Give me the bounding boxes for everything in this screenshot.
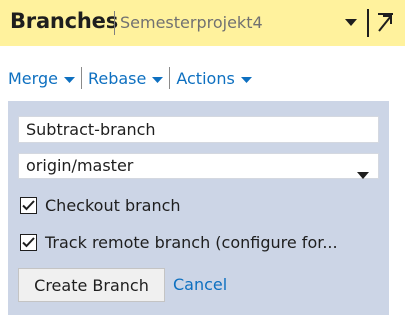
- merge-label: Merge: [8, 68, 58, 88]
- branch-name-input[interactable]: [18, 116, 379, 143]
- page-title: Branches: [10, 9, 119, 33]
- header-divider: [114, 11, 115, 35]
- chevron-down-icon: [63, 69, 75, 88]
- actions-menu[interactable]: Actions: [176, 68, 252, 88]
- action-divider: [80, 67, 82, 89]
- base-branch-select[interactable]: origin/master: [18, 153, 379, 179]
- actions-label: Actions: [176, 68, 235, 88]
- project-name: Semesterprojekt4: [120, 13, 263, 32]
- checkout-branch-option[interactable]: Checkout branch: [20, 196, 181, 215]
- track-remote-checkbox[interactable]: [20, 234, 37, 251]
- chevron-down-icon: [357, 163, 369, 187]
- cancel-link[interactable]: Cancel: [173, 275, 227, 294]
- pin-icon[interactable]: [373, 9, 397, 37]
- track-remote-option[interactable]: Track remote branch (configure for...: [20, 233, 338, 252]
- chevron-down-icon[interactable]: [341, 11, 361, 33]
- checkout-branch-checkbox[interactable]: [20, 197, 37, 214]
- track-remote-label: Track remote branch (configure for...: [45, 233, 338, 252]
- base-branch-value: origin/master: [26, 156, 134, 175]
- rebase-menu[interactable]: Rebase: [87, 68, 164, 88]
- chevron-down-icon: [152, 69, 164, 88]
- branches-header: Branches Semesterprojekt4: [0, 0, 405, 46]
- pin-divider: [367, 9, 369, 37]
- checkout-branch-label: Checkout branch: [45, 196, 181, 215]
- branch-actions-bar: Merge Rebase Actions: [8, 66, 252, 90]
- chevron-down-icon: [240, 69, 252, 88]
- merge-menu[interactable]: Merge: [8, 68, 75, 88]
- rebase-label: Rebase: [87, 68, 147, 88]
- new-branch-panel: origin/master Checkout branch Track remo…: [8, 101, 389, 315]
- create-branch-button[interactable]: Create Branch: [18, 268, 165, 302]
- action-divider: [169, 67, 171, 89]
